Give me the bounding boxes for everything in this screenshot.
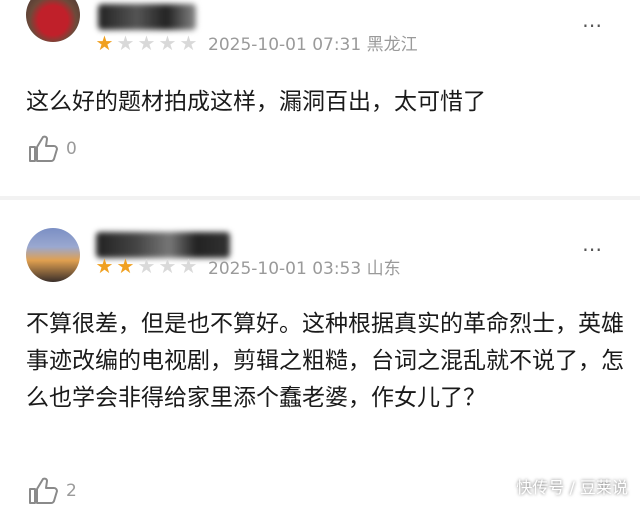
star-icon: ★ (116, 254, 135, 278)
star-icon: ★ (179, 254, 198, 278)
like-count: 0 (66, 139, 77, 159)
avatar[interactable] (26, 228, 80, 282)
review-date: 2025-10-01 03:53 (208, 259, 362, 279)
thumbs-up-icon (29, 477, 58, 504)
more-options-icon[interactable]: ⋯ (582, 239, 604, 259)
review-meta: 2025-10-01 07:31 黑龙江 (208, 34, 418, 56)
like-button[interactable]: 0 (26, 132, 77, 166)
thumbs-up-icon (29, 135, 58, 162)
watermark: 快传号 / 豆莱说 (516, 478, 628, 497)
review-card-2: ★ ★ ★ ★ ★ 2025-10-01 03:53 山东 ⋯ 不算很差，但是也… (0, 200, 640, 504)
rating-stars: ★ ★ ★ ★ ★ (94, 255, 199, 277)
review-card-1: ★ ★ ★ ★ ★ 2025-10-01 07:31 黑龙江 ⋯ 这么好的题材拍… (0, 0, 640, 196)
star-icon: ★ (158, 31, 177, 55)
star-icon: ★ (95, 254, 114, 278)
avatar[interactable] (26, 0, 80, 42)
like-button[interactable]: 2 (26, 474, 77, 508)
review-date: 2025-10-01 07:31 (208, 35, 362, 55)
star-icon: ★ (158, 254, 177, 278)
review-location: 山东 (366, 259, 401, 279)
star-icon: ★ (95, 31, 114, 55)
star-icon: ★ (179, 31, 198, 55)
more-options-icon[interactable]: ⋯ (582, 15, 604, 35)
review-content: 不算很差，但是也不算好。这种根据真实的革命烈士，英雄事迹改编的电视剧，剪辑之粗糙… (26, 311, 624, 411)
review-content: 这么好的题材拍成这样，漏洞百出，太可惜了 (26, 89, 486, 115)
review-location: 黑龙江 (366, 35, 418, 55)
rating-stars: ★ ★ ★ ★ ★ (94, 32, 199, 54)
star-icon: ★ (116, 31, 135, 55)
star-icon: ★ (137, 31, 156, 55)
username-redacted[interactable] (98, 4, 196, 30)
star-icon: ★ (137, 254, 156, 278)
review-meta: 2025-10-01 03:53 山东 (208, 258, 401, 280)
like-count: 2 (66, 481, 77, 501)
